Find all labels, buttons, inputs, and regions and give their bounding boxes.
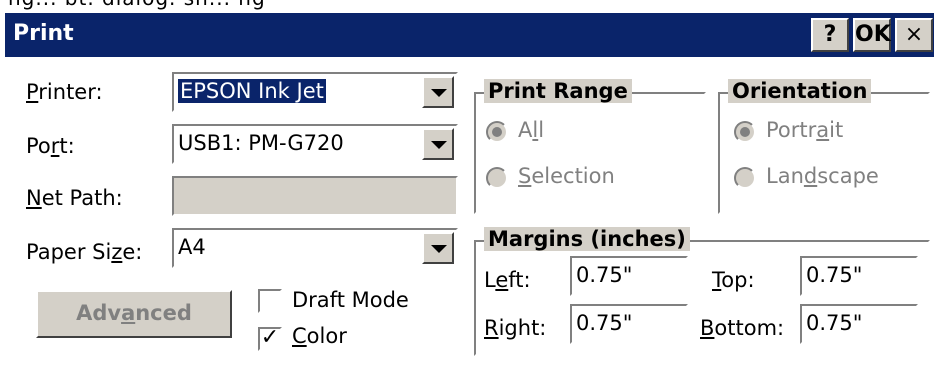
advanced-button[interactable]: Advanced (36, 290, 232, 338)
margin-left-input[interactable]: 0.75" (570, 256, 688, 296)
help-button[interactable]: ? (811, 18, 849, 52)
draft-mode-checkbox[interactable] (258, 289, 282, 313)
print-range-selection-label: Selection (518, 164, 615, 188)
draft-mode-label: Draft Mode (292, 288, 409, 312)
close-button[interactable]: × (895, 18, 933, 52)
printer-dropdown-icon[interactable] (422, 76, 454, 108)
orientation-landscape-label: Landscape (766, 164, 879, 188)
port-value: USB1: PM-G720 (178, 131, 344, 155)
print-range-all-radio[interactable] (486, 121, 508, 143)
orientation-title: Orientation (728, 79, 872, 103)
window-title: Print (13, 21, 74, 46)
printer-label: Printer: (26, 80, 103, 104)
print-range-selection-radio[interactable] (486, 167, 508, 189)
clipped-text: ng... bt. dialog. sn... ng (8, 0, 266, 10)
margin-top-label: Top: (712, 268, 755, 292)
paper-size-label: Paper Size: (26, 240, 143, 264)
orientation-portrait-radio[interactable] (734, 121, 756, 143)
port-label: Port: (26, 134, 75, 158)
margin-right-input[interactable]: 0.75" (570, 304, 688, 344)
orientation-portrait-label: Portrait (766, 118, 844, 142)
net-path-label: Net Path: (26, 186, 123, 210)
title-bar: Print ? OK × (5, 13, 934, 57)
margins-title: Margins (inches) (484, 227, 690, 251)
margin-top-input[interactable]: 0.75" (800, 256, 918, 296)
orientation-landscape-radio[interactable] (734, 167, 756, 189)
net-path-input[interactable] (172, 176, 458, 216)
print-range-all-label: All (518, 118, 545, 142)
top-clipped-strip: ng... bt. dialog. sn... ng (0, 0, 936, 10)
printer-value: EPSON Ink Jet (178, 79, 326, 103)
orientation-group: Orientation (718, 79, 930, 214)
margin-right-label: Right: (484, 316, 547, 340)
margin-left-label: Left: (484, 268, 531, 292)
color-label: Color (292, 324, 347, 348)
ok-button[interactable]: OK (853, 18, 891, 52)
paper-size-value: A4 (178, 235, 206, 259)
printer-select[interactable]: EPSON Ink Jet (172, 72, 458, 112)
paper-size-select[interactable]: A4 (172, 228, 458, 268)
margin-bottom-input[interactable]: 0.75" (800, 304, 918, 344)
color-checkbox[interactable]: ✓ (258, 327, 282, 351)
print-range-group: Print Range (474, 79, 706, 214)
paper-size-dropdown-icon[interactable] (422, 232, 454, 264)
print-range-title: Print Range (484, 79, 632, 103)
margin-bottom-label: Bottom: (700, 316, 785, 340)
port-select[interactable]: USB1: PM-G720 (172, 124, 458, 164)
port-dropdown-icon[interactable] (422, 128, 454, 160)
